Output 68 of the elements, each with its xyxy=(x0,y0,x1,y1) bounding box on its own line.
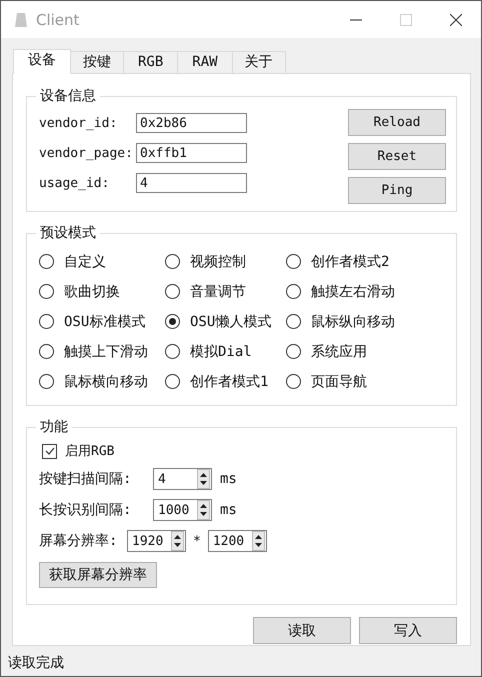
radio-button[interactable] xyxy=(39,254,54,269)
button[interactable]: 读取 xyxy=(253,617,351,644)
field-label: vendor_id: xyxy=(39,116,118,130)
radio-button[interactable] xyxy=(286,254,301,269)
field-label: 屏幕分辨率: xyxy=(39,532,118,550)
unit-label: ms xyxy=(220,502,237,518)
radio-label: 自定义 xyxy=(64,252,106,270)
radio-label: 系统应用 xyxy=(311,342,367,360)
spin-box[interactable]: 1920 xyxy=(127,530,186,552)
radio-label: OSU标准模式 xyxy=(64,312,146,330)
radio-button[interactable] xyxy=(286,344,301,359)
radio-label: 触摸左右滑动 xyxy=(311,282,395,300)
radio-button[interactable] xyxy=(39,374,54,389)
spin-box[interactable]: 1200 xyxy=(208,530,267,552)
radio-label: 鼠标横向移动 xyxy=(64,372,148,390)
spin-box[interactable]: 1000 xyxy=(153,499,212,521)
radio-label: 鼠标纵向移动 xyxy=(311,312,395,330)
radio-label: 音量调节 xyxy=(190,282,246,300)
unit-label: ms xyxy=(220,471,237,487)
radio-button[interactable] xyxy=(39,314,54,329)
field-label: 按键扫描间隔: xyxy=(39,470,132,488)
group-title: 预设模式 xyxy=(36,224,100,242)
field-label: 长按识别间隔: xyxy=(39,501,132,519)
radio-button[interactable] xyxy=(39,344,54,359)
radio-label: 页面导航 xyxy=(311,372,367,390)
stepper-icon[interactable] xyxy=(197,500,210,520)
checkbox[interactable] xyxy=(42,444,57,458)
field-label: vendor_page: xyxy=(39,146,134,160)
text-field[interactable]: 0x2b86 xyxy=(136,113,247,133)
stepper-icon[interactable] xyxy=(171,531,184,551)
group-title: 功能 xyxy=(36,418,72,436)
radio-button[interactable] xyxy=(39,284,54,299)
button[interactable]: Reload xyxy=(348,109,446,136)
radio-button[interactable] xyxy=(286,374,301,389)
button[interactable]: 写入 xyxy=(359,617,457,644)
button[interactable]: Ping xyxy=(348,177,446,204)
radio-label: OSU懒人模式 xyxy=(190,312,272,330)
radio-button[interactable] xyxy=(286,314,301,329)
spin-box[interactable]: 4 xyxy=(153,468,212,490)
radio-label: 歌曲切换 xyxy=(64,282,120,300)
radio-label: 视频控制 xyxy=(190,252,246,270)
radio-button[interactable] xyxy=(165,374,180,389)
check-icon xyxy=(44,447,54,455)
text-field[interactable]: 4 xyxy=(136,173,247,193)
status-text: 读取完成 xyxy=(7,654,65,673)
radio-button[interactable] xyxy=(165,284,180,299)
separator: * xyxy=(193,534,201,548)
button[interactable]: 获取屏幕分辨率 xyxy=(39,562,157,588)
radio-button[interactable] xyxy=(165,314,180,329)
checkbox-label: 启用RGB xyxy=(65,443,114,460)
field-label: usage_id: xyxy=(39,176,110,190)
radio-label: 创作者模式2 xyxy=(311,252,390,270)
app-icon xyxy=(14,12,28,28)
stepper-icon[interactable] xyxy=(197,469,210,489)
radio-button[interactable] xyxy=(165,254,180,269)
radio-button[interactable] xyxy=(165,344,180,359)
radio-label: 创作者模式1 xyxy=(190,372,268,390)
text-field[interactable]: 0xffb1 xyxy=(136,143,247,163)
radio-button[interactable] xyxy=(286,284,301,299)
tab[interactable]: 关于 xyxy=(232,51,286,73)
radio-label: 触摸上下滑动 xyxy=(64,342,148,360)
stepper-icon[interactable] xyxy=(252,531,265,551)
group-title: 设备信息 xyxy=(36,87,100,105)
tab[interactable]: 设备 xyxy=(13,49,71,74)
button[interactable]: Reset xyxy=(348,143,446,170)
radio-label: 模拟Dial xyxy=(190,342,252,360)
close-icon[interactable] xyxy=(450,14,462,26)
window-title: Client xyxy=(36,10,80,28)
